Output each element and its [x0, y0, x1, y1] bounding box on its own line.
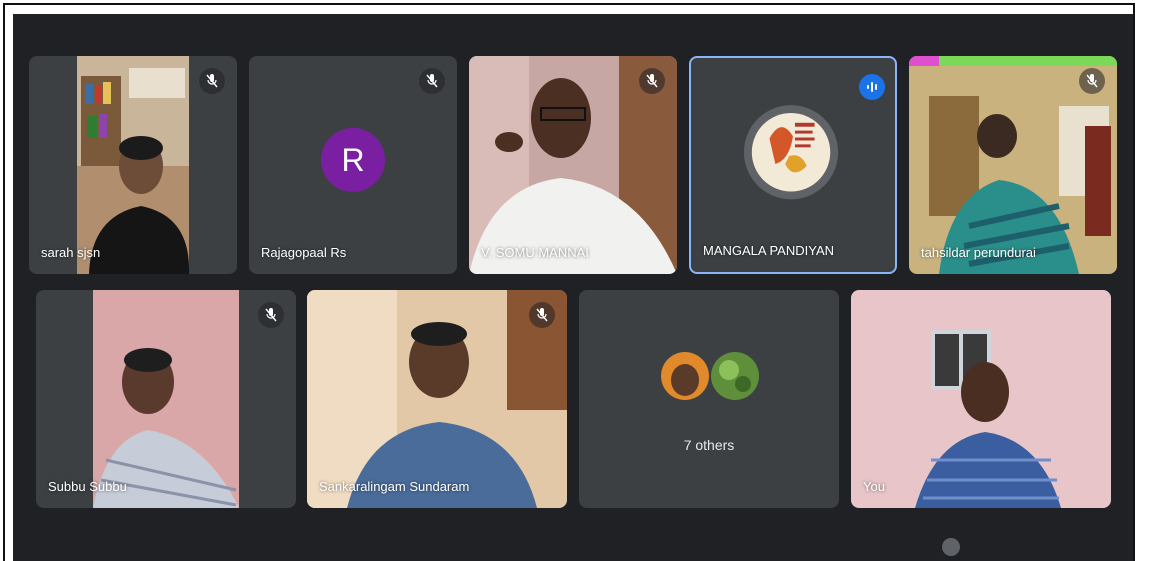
- others-count: 7 others: [683, 437, 735, 453]
- participant-name: tahsildar perundurai: [921, 245, 1036, 260]
- participant-tile-tahsildar[interactable]: tahsildar perundurai: [909, 56, 1117, 274]
- mic-off-icon: [419, 68, 445, 94]
- participant-name: sarah sjsn: [41, 245, 101, 260]
- participant-video: [307, 290, 567, 508]
- participant-name: Rajagopaal Rs: [261, 245, 347, 260]
- participant-tile-sankaralingam[interactable]: Sankaralingam Sundaram: [307, 290, 567, 508]
- participant-name: MANGALA PANDIYAN: [703, 243, 834, 258]
- participant-video: [93, 290, 239, 508]
- participant-tile-mangala-pandiyan[interactable]: MANGALA PANDIYAN: [689, 56, 897, 274]
- participant-name: You: [863, 479, 885, 494]
- participant-tile-somu-mannai[interactable]: V. SOMU MANNAI: [469, 56, 677, 274]
- participant-video: [851, 290, 1111, 508]
- participant-tile-sarah[interactable]: sarah sjsn: [29, 56, 237, 274]
- participant-tile-subbu[interactable]: Subbu Subbu: [36, 290, 296, 508]
- participant-tile-rajagopaal[interactable]: R Rajagopaal Rs: [249, 56, 457, 274]
- participant-tile-others[interactable]: 7 others: [579, 290, 839, 508]
- meeting-grid: sarah sjsn R Rajagopaal Rs V. SOMU MANNA…: [13, 14, 1133, 561]
- speaking-indicator-icon: [859, 74, 885, 100]
- avatar: R: [321, 127, 385, 192]
- participant-name: V. SOMU MANNAI: [481, 245, 589, 260]
- mic-off-icon: [529, 302, 555, 328]
- others-avatars: [661, 352, 759, 400]
- participant-name: Subbu Subbu: [48, 479, 127, 494]
- mic-off-icon: [639, 68, 665, 94]
- participant-name: Sankaralingam Sundaram: [319, 479, 470, 494]
- mic-off-icon: [258, 302, 284, 328]
- mic-off-icon: [199, 68, 225, 94]
- participant-tile-you[interactable]: You: [851, 290, 1111, 508]
- mic-off-icon: [1079, 68, 1105, 94]
- overflow-indicator-icon: [942, 538, 960, 556]
